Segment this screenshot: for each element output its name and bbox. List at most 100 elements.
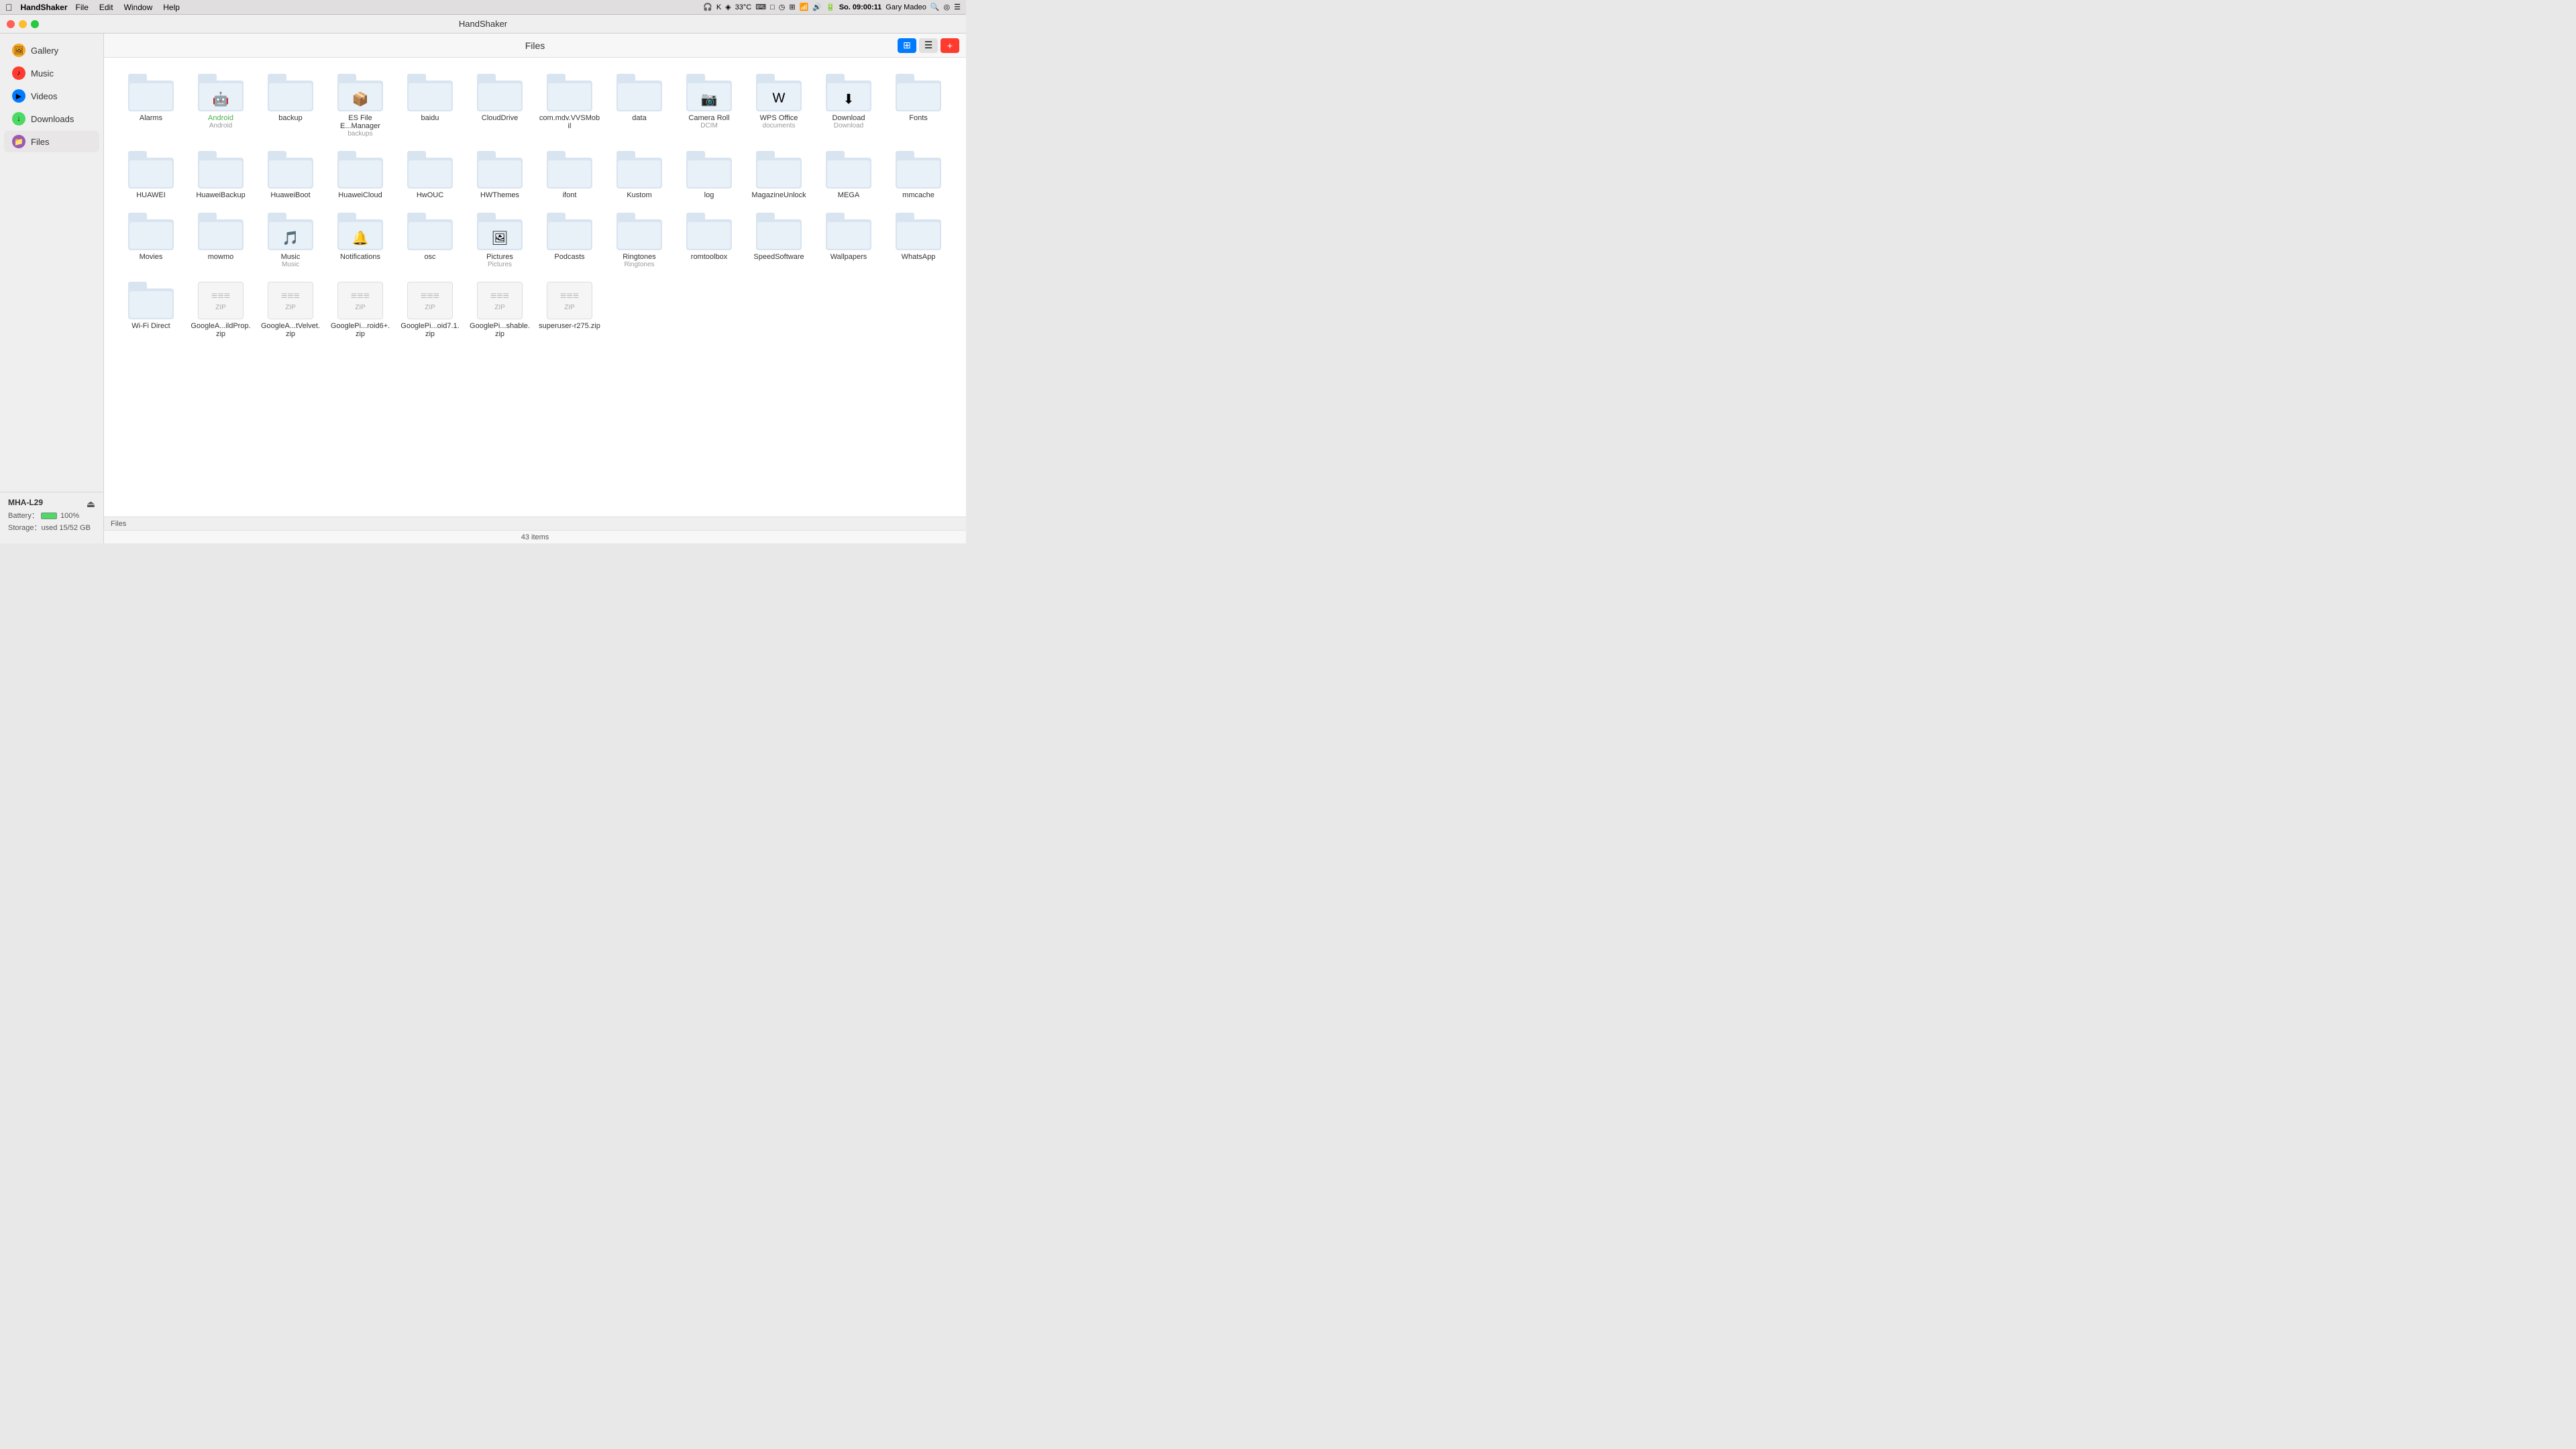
file-item-baidu[interactable]: baidu	[396, 68, 464, 143]
file-name: Wallpapers	[830, 253, 867, 261]
list-view-button[interactable]: ☰	[919, 38, 938, 53]
folder-overlay: 📷	[701, 91, 718, 108]
grid-view-button[interactable]: ⊞	[898, 38, 916, 53]
file-item-google-roid6[interactable]: ≡≡≡ ZIP GooglePi...roid6+.zip	[327, 276, 394, 343]
file-item-speedsoftware[interactable]: SpeedSoftware	[745, 207, 812, 274]
zip-icon: ≡≡≡ ZIP	[337, 282, 383, 319]
file-item-google-oid71[interactable]: ≡≡≡ ZIP GooglePi...oid7.1.zip	[396, 276, 464, 343]
folder-overlay: ⬇	[843, 91, 855, 108]
siri-icon[interactable]: ◎	[944, 3, 951, 11]
sidebar-item-downloads[interactable]: ↓ Downloads	[4, 108, 99, 129]
menu-help[interactable]: Help	[163, 3, 180, 12]
folder-icon	[128, 74, 174, 111]
file-item-music[interactable]: 🎵 Music Music	[257, 207, 324, 274]
file-item-superuser[interactable]: ≡≡≡ ZIP superuser-r275.zip	[536, 276, 603, 343]
device-name: MHA-L29	[8, 498, 43, 507]
temp-display: 33°C	[735, 3, 752, 11]
file-name: mowmo	[208, 253, 234, 261]
folder-icon	[128, 151, 174, 189]
zip-lines: ≡≡≡	[490, 290, 509, 303]
folder-icon	[128, 282, 174, 319]
action-button[interactable]: +	[941, 38, 959, 53]
file-item-android[interactable]: 🤖 Android Android	[187, 68, 254, 143]
folder-icon	[896, 74, 941, 111]
file-item-com-mdv[interactable]: com.mdv.VVSMobil	[536, 68, 603, 143]
file-item-data[interactable]: data	[606, 68, 673, 143]
eject-button[interactable]: ⏏	[87, 498, 95, 510]
folder-icon	[756, 151, 802, 189]
file-item-hwouc[interactable]: HwOUC	[396, 146, 464, 205]
music-icon: ♪	[12, 66, 25, 80]
menu-file[interactable]: File	[76, 3, 89, 12]
file-subtitle: Pictures	[488, 261, 512, 268]
file-name: WPS Office	[760, 114, 798, 122]
file-item-huaweicloud[interactable]: HuaweiCloud	[327, 146, 394, 205]
file-item-wps-office[interactable]: W WPS Office documents	[745, 68, 812, 143]
menu-window[interactable]: Window	[124, 3, 153, 12]
file-item-clouddrive[interactable]: CloudDrive	[466, 68, 533, 143]
file-item-google-shable[interactable]: ≡≡≡ ZIP GooglePi...shable.zip	[466, 276, 533, 343]
headphone-icon: 🎧	[703, 3, 712, 11]
file-item-download[interactable]: ⬇ Download Download	[815, 68, 882, 143]
zip-label: ZIP	[355, 304, 366, 311]
file-item-romtoolbox[interactable]: romtoolbox	[676, 207, 743, 274]
file-item-google-ildprop[interactable]: ≡≡≡ ZIP GoogleA...ildProp.zip	[187, 276, 254, 343]
folder-overlay: 🔔	[352, 230, 369, 247]
file-item-es-file-manager[interactable]: 📦 ES File E...Manager backups	[327, 68, 394, 143]
file-item-fonts[interactable]: Fonts	[885, 68, 952, 143]
file-item-mega[interactable]: MEGA	[815, 146, 882, 205]
file-item-ringtones[interactable]: Ringtones Ringtones	[606, 207, 673, 274]
apple-menu[interactable]: 	[5, 2, 13, 13]
file-item-huaweiboot[interactable]: HuaweiBoot	[257, 146, 324, 205]
search-icon[interactable]: 🔍	[930, 3, 940, 11]
wifi-icon: 📶	[800, 3, 809, 11]
file-item-pictures[interactable]: 🖼 Pictures Pictures	[466, 207, 533, 274]
folder-icon	[896, 213, 941, 250]
sidebar-item-files[interactable]: 📁 Files	[4, 131, 99, 152]
file-subtitle: documents	[763, 122, 796, 129]
close-button[interactable]	[7, 20, 15, 28]
file-item-alarms[interactable]: Alarms	[117, 68, 184, 143]
file-item-mowmo[interactable]: mowmo	[187, 207, 254, 274]
menubar:  HandShaker File Edit Window Help 🎧 K ◈…	[0, 0, 966, 15]
sidebar-item-videos[interactable]: ▶ Videos	[4, 85, 99, 107]
file-item-hwthemes[interactable]: HWThemes	[466, 146, 533, 205]
folder-overlay: 🖼	[491, 230, 508, 247]
folder-icon: 🖼	[477, 213, 523, 250]
folder-icon	[547, 151, 592, 189]
file-item-huawei[interactable]: HUAWEI	[117, 146, 184, 205]
sidebar-label-downloads: Downloads	[31, 114, 74, 124]
folder-overlay: 🎵	[282, 230, 299, 247]
file-item-movies[interactable]: Movies	[117, 207, 184, 274]
sidebar-label-music: Music	[31, 68, 54, 78]
folder-icon: 📦	[337, 74, 383, 111]
folder-icon	[686, 151, 732, 189]
file-item-kustom[interactable]: Kustom	[606, 146, 673, 205]
fullscreen-button[interactable]	[31, 20, 39, 28]
file-item-huaweibackup[interactable]: HuaweiBackup	[187, 146, 254, 205]
file-item-wallpapers[interactable]: Wallpapers	[815, 207, 882, 274]
file-name: mmcache	[902, 191, 934, 199]
file-item-magazineunlock[interactable]: MagazineUnlock	[745, 146, 812, 205]
file-item-ifont[interactable]: ifont	[536, 146, 603, 205]
file-item-log[interactable]: log	[676, 146, 743, 205]
file-item-camera-roll[interactable]: 📷 Camera Roll DCIM	[676, 68, 743, 143]
menu-edit[interactable]: Edit	[99, 3, 113, 12]
file-item-backup[interactable]: backup	[257, 68, 324, 143]
battery-bar	[41, 513, 57, 519]
notification-center-icon[interactable]: ☰	[954, 3, 961, 11]
sidebar-item-gallery[interactable]: 🖼 Gallery	[4, 40, 99, 61]
file-item-notifications[interactable]: 🔔 Notifications	[327, 207, 394, 274]
file-item-wifi-direct[interactable]: Wi-Fi Direct	[117, 276, 184, 343]
file-item-mmcache[interactable]: mmcache	[885, 146, 952, 205]
zip-lines: ≡≡≡	[421, 290, 439, 303]
zip-icon: ≡≡≡ ZIP	[477, 282, 523, 319]
minimize-button[interactable]	[19, 20, 27, 28]
file-item-whatsapp[interactable]: WhatsApp	[885, 207, 952, 274]
file-item-google-tvelvet[interactable]: ≡≡≡ ZIP GoogleA...tVelvet.zip	[257, 276, 324, 343]
sidebar-item-music[interactable]: ♪ Music	[4, 62, 99, 84]
file-item-osc[interactable]: osc	[396, 207, 464, 274]
file-name: Fonts	[909, 114, 928, 122]
file-name: Download	[833, 114, 865, 122]
file-item-podcasts[interactable]: Podcasts	[536, 207, 603, 274]
